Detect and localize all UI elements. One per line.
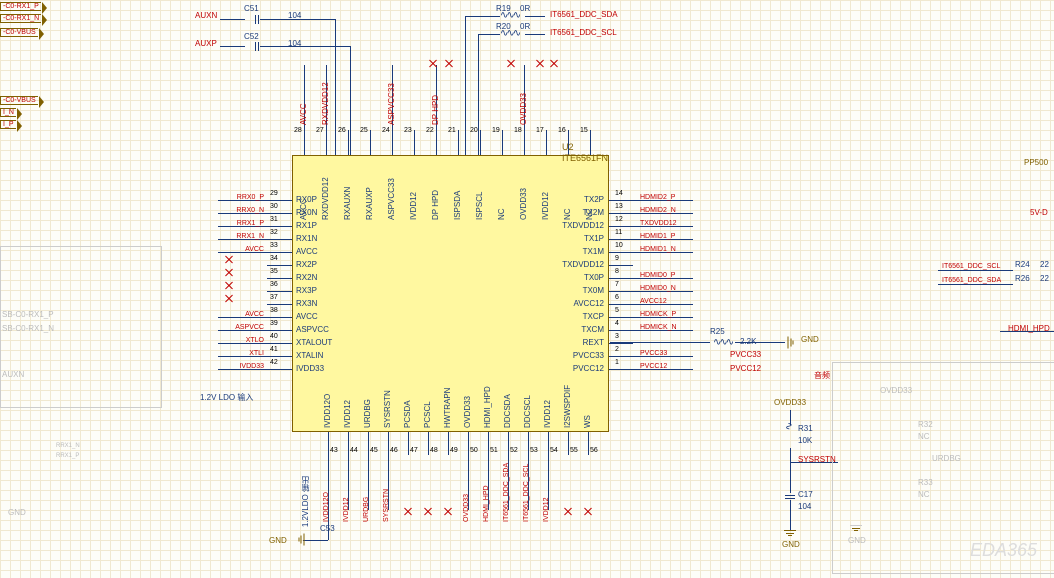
net-ddc-sda-r: IT6561_DDC_SDA [942,277,1001,284]
net-sb-rx1-p: SB-C0-RX1_P [2,310,54,319]
nc-mark [536,60,544,68]
r31-val: 10K [798,436,812,445]
net-ddc-scl-top: IT6561_DDC_SCL [550,28,617,37]
gnd-r25-label: GND [801,335,819,344]
port-c0-vbus2: -C0-VBUS [0,96,38,105]
nc-mark [225,295,233,303]
watermark: EDA365 [970,540,1037,561]
gnd-c17-label: GND [782,540,800,549]
r31-ref: R31 [798,424,813,433]
r33-ref: R33 [918,478,933,487]
net-pvcc33: PVCC33 [730,350,761,359]
gnd-c53: GND [269,536,287,545]
r24-ref: R24 [1015,260,1030,269]
net-auxn: AUXN [195,11,217,20]
r20-ref: R20 [496,22,511,31]
r25-ref: R25 [710,327,725,336]
gnd-dim-label: GND [848,536,866,545]
r32-ref: R32 [918,420,933,429]
net-auxp: AUXP [195,39,217,48]
r19-val: 0R [520,4,530,13]
net-5vd: 5V-D [1030,208,1048,217]
nc-mark [429,60,437,68]
net-ovdd33-dim: OVDD33 [880,386,912,395]
port-i-p: I_P [0,120,16,129]
r20-val: 0R [520,22,530,31]
gnd-c17 [784,530,796,539]
ic-ref: U2 [562,142,574,152]
c51-val: 104 [288,11,301,20]
nc-mark [507,60,515,68]
nc-mark [225,256,233,264]
c51-ref: C51 [244,4,259,13]
net-ddc-scl-r: IT6561_DDC_SCL [942,263,1000,270]
net-ddc-sda-top: IT6561_DDC_SDA [550,10,618,19]
port-i-n: I_N [0,108,16,117]
net-hdmi-hpd-r: HDMI_HPD [1008,324,1050,333]
r32-val: NC [918,432,930,441]
note-ldo-in: 1.2V LDO 输入 [200,392,253,403]
gnd-c53-sym [294,535,306,544]
r24-val: 22 [1040,260,1049,269]
net-sysrstn-r: SYSRSTN [798,455,836,464]
net-rrx1-p: RRX1_P [56,453,79,459]
gnd-dim [850,525,862,534]
c17-val: 104 [798,502,811,511]
r19-ref: R19 [496,4,511,13]
gnd-bl: GND [8,508,26,517]
net-rrx1-n: RRX1_N [56,443,80,449]
c52-val: 104 [288,39,301,48]
note-audio: 音频 [814,370,830,381]
net-pvcc12: PVCC12 [730,364,761,373]
net-urdbg-dim: URDBG [932,454,961,463]
nc-mark [445,60,453,68]
port-c0-vbus1: -C0-VBUS [0,28,38,37]
nc-mark [550,60,558,68]
net-ovdd33-r: OVDD33 [774,398,806,407]
c53-ref: C53 [320,524,335,533]
r33-val: NC [918,490,930,499]
port-c0-rx1-n: -C0-RX1_N [0,14,41,23]
note-ldo-out: 1.2VLDO 输出 [300,476,311,527]
r26-ref: R26 [1015,274,1030,283]
c17-ref: C17 [798,490,813,499]
nc-mark [225,269,233,277]
r25-val: 2.2K [740,337,756,346]
net-sb-rx1-n: SB-C0-RX1_N [2,324,54,333]
c52-ref: C52 [244,32,259,41]
net-pp5000: PP500 [1024,158,1048,167]
net-auxn-left: AUXN [2,370,24,379]
port-c0-rx1-p: -C0-RX1_P [0,2,41,11]
r26-val: 22 [1040,274,1049,283]
nc-mark [225,282,233,290]
gnd-r25 [786,338,798,347]
